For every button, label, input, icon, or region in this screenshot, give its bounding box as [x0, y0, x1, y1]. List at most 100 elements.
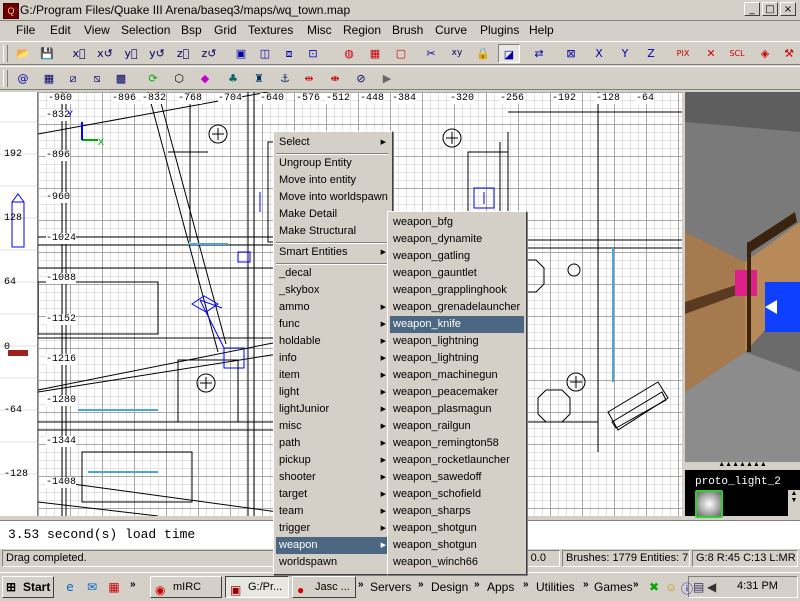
toolbar-servers[interactable]: Servers	[370, 580, 411, 594]
design-chevron-icon[interactable]: »	[474, 579, 480, 590]
toolbar-grip[interactable]	[3, 70, 8, 87]
mirror-h-icon[interactable]: ⇹	[298, 69, 320, 88]
menu-item-pickup[interactable]: pickup ▶	[276, 452, 390, 469]
swap-xy-icon[interactable]: xy	[446, 44, 468, 63]
mirror-v-icon[interactable]: ⇼	[324, 69, 346, 88]
menu-item-make-detail[interactable]: Make Detail	[276, 206, 390, 223]
tray-info-icon[interactable]: ⓘ	[681, 580, 693, 597]
menu-item-weapon-knife[interactable]: weapon_knife	[390, 316, 524, 333]
make-hollow-icon[interactable]: ▢	[390, 44, 412, 63]
texture-lock-icon[interactable]: 🔒	[472, 44, 494, 63]
menu-item-weapon-entity[interactable]: weapon_shotgun	[390, 537, 524, 554]
texture-brush-icon[interactable]: ◆	[194, 69, 216, 88]
cube-clip-icon[interactable]: ⊠	[560, 44, 582, 63]
menu-item-ammo[interactable]: ammo ▶	[276, 299, 390, 316]
toolbar-grip[interactable]	[3, 45, 8, 62]
menu-selection[interactable]: Selection	[121, 23, 170, 37]
menu-grid[interactable]: Grid	[214, 23, 237, 37]
menu-item-weapon-entity[interactable]: weapon_grapplinghook	[390, 282, 524, 299]
texture-browser[interactable]: proto_light_2 ▲ ▼	[685, 470, 800, 518]
toolbar-utilities[interactable]: Utilities	[536, 580, 575, 594]
servers-chevron-icon[interactable]: »	[418, 579, 424, 590]
tray-app-icon[interactable]: ✖	[649, 580, 659, 594]
flip-x-icon[interactable]: x⃥	[68, 44, 90, 63]
view-y-icon[interactable]: Y	[614, 44, 636, 63]
menu-item-worldspawn[interactable]: worldspawn	[276, 554, 390, 571]
camera-icon[interactable]: ▶	[376, 69, 398, 88]
patch-cone-icon[interactable]: ▩	[110, 69, 132, 88]
menu-item-move-into-worldspawn[interactable]: Move into worldspawn	[276, 189, 390, 206]
task-jasc[interactable]: ● Jasc ...	[292, 576, 356, 598]
curve-tool-icon[interactable]: @	[12, 69, 34, 88]
patch-matrix-icon[interactable]: ▦	[38, 69, 60, 88]
patch-bevel-icon[interactable]: ⧄	[62, 69, 84, 88]
clock[interactable]: 4:31 PM	[737, 580, 778, 592]
menu-item-item[interactable]: item ▶	[276, 367, 390, 384]
apps-chevron-icon[interactable]: »	[523, 579, 529, 590]
view-x-icon[interactable]: X	[588, 44, 610, 63]
task-radiant[interactable]: ▣ G:/Pr...	[225, 576, 289, 598]
menu-item-weapon-entity[interactable]: weapon_remington58	[390, 435, 524, 452]
flip-y-icon[interactable]: y⃥	[120, 44, 142, 63]
menu-item-light[interactable]: light ▶	[276, 384, 390, 401]
delete-icon[interactable]: ✕	[700, 44, 722, 63]
menu-item-trigger[interactable]: trigger ▶	[276, 520, 390, 537]
menu-item-weapon-entity[interactable]: weapon_gauntlet	[390, 265, 524, 282]
show-pixel-icon[interactable]: PIX	[672, 44, 694, 63]
menu-view[interactable]: View	[84, 23, 110, 37]
menu-item-decal[interactable]: _decal	[276, 265, 390, 282]
menu-item-path[interactable]: path ▶	[276, 435, 390, 452]
radiant-app-icon[interactable]: Q	[3, 3, 19, 19]
menu-item-misc[interactable]: misc ▶	[276, 418, 390, 435]
menu-item-smart-entities[interactable]: Smart Entities ▶	[276, 244, 390, 261]
menu-item-weapon-entity[interactable]: weapon_gatling	[390, 248, 524, 265]
select-touching-icon[interactable]: ◫	[254, 44, 276, 63]
menu-edit[interactable]: Edit	[50, 23, 71, 37]
split-icon[interactable]: ⚓	[274, 69, 296, 88]
view-z-icon[interactable]: Z	[640, 44, 662, 63]
menu-item-weapon-entity[interactable]: weapon_lightning	[390, 350, 524, 367]
menu-item-weapon-entity[interactable]: weapon_railgun	[390, 418, 524, 435]
menu-item-move-into-entity[interactable]: Move into entity	[276, 172, 390, 189]
menu-bsp[interactable]: Bsp	[181, 23, 202, 37]
change-view-icon[interactable]: ◪	[498, 44, 520, 63]
csg-subtract-icon[interactable]: ◍	[338, 44, 360, 63]
csg-merge-icon[interactable]: ▦	[364, 44, 386, 63]
menu-item-holdable[interactable]: holdable ▶	[276, 333, 390, 350]
flip-z-icon[interactable]: z⃥	[172, 44, 194, 63]
brush-cleanup-icon[interactable]: ⚒	[778, 44, 800, 63]
menu-item-lightjunior[interactable]: lightJunior ▶	[276, 401, 390, 418]
menu-item-team[interactable]: team ▶	[276, 503, 390, 520]
tray-smiley-icon[interactable]: ☺	[665, 580, 677, 594]
select-inside-icon[interactable]: ⊡	[302, 44, 324, 63]
menu-item-weapon-entity[interactable]: weapon_winch66	[390, 554, 524, 571]
save-file-icon[interactable]: 💾	[36, 44, 58, 63]
winzip-icon[interactable]: ▦	[106, 579, 122, 595]
menu-item-weapon-entity[interactable]: weapon_lightning	[390, 333, 524, 350]
scale-icon[interactable]: SCL	[726, 44, 748, 63]
tray-network-icon[interactable]: ▤	[693, 580, 704, 594]
menu-item-weapon-entity[interactable]: weapon_plasmagun	[390, 401, 524, 418]
menu-curve[interactable]: Curve	[435, 23, 467, 37]
menu-item-select[interactable]: Select ▶	[276, 134, 390, 151]
menu-item-weapon-entity[interactable]: weapon_rocketlauncher	[390, 452, 524, 469]
hexagon-icon[interactable]: ⬡	[168, 69, 190, 88]
menu-item-weapon-entity[interactable]: weapon_grenadelauncher	[390, 299, 524, 316]
tray-volume-icon[interactable]: ◀	[707, 580, 716, 594]
texture-scrollbar[interactable]: ▲ ▼	[788, 490, 800, 516]
toolbar-design[interactable]: Design	[431, 580, 468, 594]
menu-item-weapon-entity[interactable]: weapon_sawedoff	[390, 469, 524, 486]
menu-item-target[interactable]: target ▶	[276, 486, 390, 503]
rotate-z-icon[interactable]: z↺	[198, 44, 220, 63]
maximize-button[interactable]: □	[762, 2, 778, 16]
refresh-icon[interactable]: ⟳	[142, 69, 164, 88]
patch-icon[interactable]: ◈	[754, 44, 776, 63]
menu-plugins[interactable]: Plugins	[480, 23, 519, 37]
menu-help[interactable]: Help	[529, 23, 554, 37]
delete-texture-icon[interactable]: ⊘	[350, 69, 372, 88]
menu-item-weapon-entity[interactable]: weapon_peacemaker	[390, 384, 524, 401]
menu-item-skybox[interactable]: _skybox	[276, 282, 390, 299]
close-button[interactable]: ×	[780, 2, 796, 16]
select-complete-tall-icon[interactable]: ▣	[230, 44, 252, 63]
open-file-icon[interactable]: 📂	[12, 44, 34, 63]
